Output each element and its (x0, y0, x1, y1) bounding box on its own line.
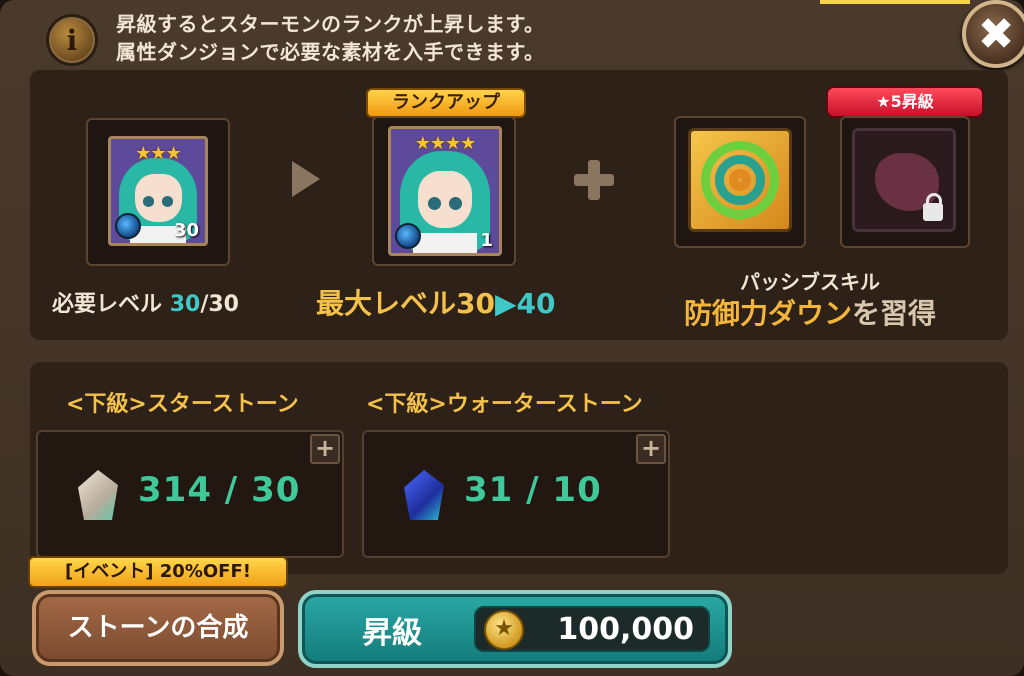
next-monster-level: 1 (480, 230, 493, 251)
star5-rankup-badge: ★5昇級 (826, 86, 984, 118)
material-count: 314 / 30 (138, 470, 301, 510)
rankup-button-label: 昇級 (362, 616, 422, 651)
info-icon[interactable]: i (46, 14, 98, 66)
max-level: 最大レベル30▶40 (316, 282, 555, 322)
info-text: 昇級するとスターモンのランクが上昇します。 属性ダンジョンで必要な素材を入手でき… (116, 10, 545, 66)
passive-skill-title: パッシブスキル (740, 270, 880, 294)
material-slot-star[interactable]: 314 / 30 + (36, 430, 344, 558)
locked-skill-icon (852, 128, 956, 232)
required-level-label: 必要レベル (52, 292, 163, 317)
cost-box: ★ 100,000 (474, 606, 710, 652)
lock-icon (923, 193, 943, 221)
material-count: 31 / 10 (464, 470, 602, 510)
max-level-arrow: ▶ (494, 287, 517, 320)
swirl-skill-icon (688, 128, 792, 232)
plus-icon (572, 158, 616, 202)
required-level-current: 30 (169, 292, 201, 317)
stone-synthesis-button[interactable]: ストーンの合成 (32, 590, 284, 666)
water-stone-icon (404, 470, 444, 520)
water-element-icon (115, 213, 141, 239)
next-monster-slot[interactable]: ★★★★ 1 (372, 116, 516, 266)
next-star-rating: ★★★★ (414, 133, 477, 154)
rankup-cost: 100,000 (557, 612, 694, 647)
material-slot-water[interactable]: 31 / 10 + (362, 430, 670, 558)
gold-coin-icon: ★ (484, 610, 524, 650)
material-label: <下級>ウォーターストーン (366, 392, 643, 417)
required-level: 必要レベル 30/30 (52, 286, 239, 318)
max-level-label: 最大レベル30 (316, 287, 495, 320)
info-bar: i 昇級するとスターモンのランクが上昇します。 属性ダンジョンで必要な素材を入手… (0, 0, 1024, 70)
rankup-button[interactable]: 昇級 ★ 100,000 (298, 590, 732, 668)
water-element-icon (395, 223, 421, 249)
rankup-dialog: i 昇級するとスターモンのランクが上昇します。 属性ダンジョンで必要な素材を入手… (0, 0, 1024, 676)
current-monster-portrait: ★★★ 30 (108, 136, 208, 246)
rankup-badge: ランクアップ (366, 88, 526, 118)
info-line-1: 昇級するとスターモンのランクが上昇します。 (116, 12, 545, 36)
event-discount-badge: [イベント] 20%OFF! (28, 556, 288, 588)
close-button[interactable]: ✖ (962, 0, 1024, 68)
arrow-right-icon (292, 161, 320, 197)
star-stone-icon (78, 470, 118, 520)
max-level-new: 40 (516, 287, 556, 320)
material-label: <下級>スターストーン (66, 392, 299, 417)
current-monster-level: 30 (173, 220, 199, 241)
passive-skill-label: 防御力ダウン (684, 297, 853, 330)
current-monster-slot[interactable]: ★★★ 30 (86, 118, 230, 266)
current-star-rating: ★★★ (135, 143, 181, 164)
required-level-max: /30 (200, 292, 239, 317)
add-material-button[interactable]: + (310, 434, 340, 464)
add-material-button[interactable]: + (636, 434, 666, 464)
close-icon: ✖ (977, 8, 1015, 60)
next-monster-portrait: ★★★★ 1 (388, 126, 502, 256)
info-line-2: 属性ダンジョンで必要な素材を入手できます。 (116, 40, 545, 64)
passive-skill-suffix: を習得 (852, 297, 937, 330)
passive-skill-name: 防御力ダウンを習得 (684, 292, 936, 332)
